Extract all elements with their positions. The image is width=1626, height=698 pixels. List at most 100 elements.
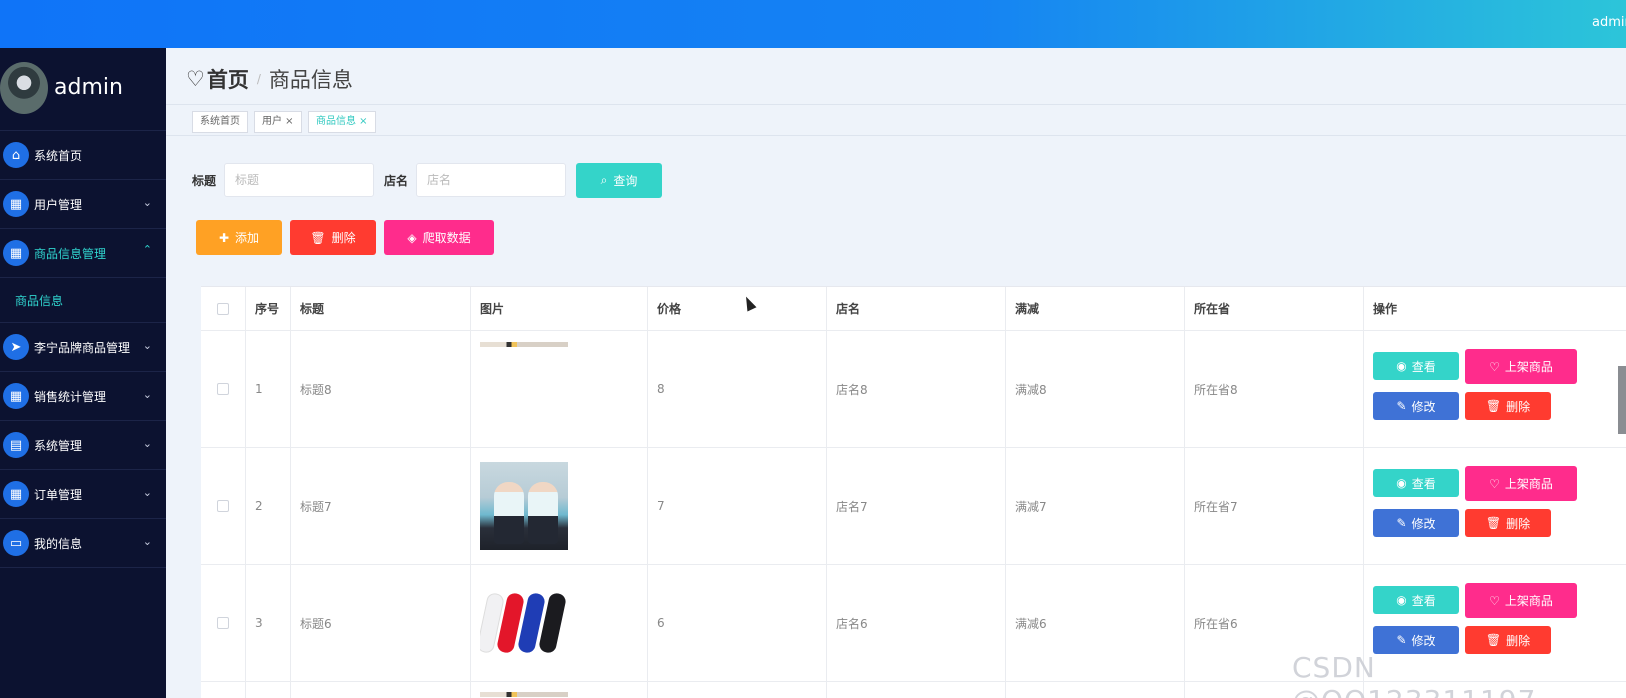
shop-input[interactable] — [416, 163, 567, 197]
index-cell: 1 — [246, 331, 291, 447]
tag-product-info[interactable]: 商品信息 × — [308, 111, 376, 133]
shop-cell: 店名7 — [827, 448, 1006, 564]
chevron-down-icon: ⌄ — [142, 339, 152, 352]
table-row: 1 标题8 8 店名8 满减8 所在省8 ◉ 查看 ♡ 上架商品 ✎ 修改 🗑 删除 — [201, 331, 1626, 448]
toolbar: ✚ 添加 🗑 删除 ◈ 爬取数据 — [196, 220, 494, 255]
column-header: 价格 — [648, 287, 827, 330]
eye-icon: ◉ — [1396, 476, 1407, 490]
image-cell — [471, 448, 648, 564]
shop-cell: 店名8 — [827, 331, 1006, 447]
layers-icon: ◈ — [407, 230, 417, 245]
shelf-button[interactable]: ♡ 上架商品 — [1465, 466, 1577, 501]
province-cell: 所在省8 — [1185, 331, 1364, 447]
shelf-button[interactable]: ♡ 上架商品 — [1465, 349, 1577, 384]
delete-button[interactable]: 🗑 删除 — [290, 220, 376, 255]
sidebar-item-label: 订单管理 — [34, 487, 83, 502]
sidebar-item-product-management[interactable]: ▦ 商品信息管理 ⌃ — [0, 229, 166, 278]
image-cell — [471, 331, 648, 447]
query-button[interactable]: ⌕ 查询 — [576, 162, 663, 198]
row-checkbox[interactable] — [217, 500, 229, 512]
top-user-name[interactable]: admin — [1592, 15, 1626, 30]
edit-button[interactable]: ✎ 修改 — [1373, 626, 1459, 654]
column-header: 图片 — [471, 287, 648, 330]
trash-icon: 🗑 — [1485, 516, 1502, 530]
sidebar-item-lining-brand[interactable]: ➤ 李宁品牌商品管理 ⌄ — [0, 323, 166, 372]
image-cell — [471, 682, 648, 698]
product-image[interactable] — [480, 342, 568, 347]
grid-icon: ▦ — [3, 240, 29, 266]
crawl-button[interactable]: ◈ 爬取数据 — [384, 220, 494, 255]
product-image[interactable] — [480, 692, 568, 697]
sidebar-item-label: 李宁品牌商品管理 — [34, 340, 131, 355]
checkbox-cell — [201, 448, 246, 564]
tag-home[interactable]: 系统首页 — [192, 111, 248, 133]
row-delete-button[interactable]: 🗑 删除 — [1465, 509, 1551, 537]
heart-icon: ♡ — [1489, 593, 1500, 608]
sidebar-subitem-product-info[interactable]: 商品信息 — [0, 278, 166, 323]
sidebar-item-sales-stats[interactable]: ▦ 销售统计管理 ⌄ — [0, 372, 166, 421]
column-header: 序号 — [246, 287, 291, 330]
top-bar: admin — [0, 0, 1626, 48]
row-checkbox[interactable] — [217, 383, 229, 395]
tag-user[interactable]: 用户 × — [254, 111, 302, 133]
select-all-checkbox[interactable] — [217, 302, 229, 315]
sidebar-item-label: 销售统计管理 — [34, 389, 107, 404]
sidebar-header: admin — [0, 48, 166, 131]
sidebar-item-label: 用户管理 — [34, 197, 83, 212]
view-button[interactable]: ◉ 查看 — [1373, 586, 1459, 614]
heart-icon: ♡ — [1489, 476, 1500, 491]
sidebar-item-home[interactable]: ⌂ 系统首页 — [0, 131, 166, 180]
sidebar-item-orders[interactable]: ▦ 订单管理 ⌄ — [0, 470, 166, 519]
delete-button-label: 删除 — [331, 231, 356, 245]
header-checkbox-cell — [201, 287, 246, 330]
view-button-label: 查看 — [1411, 476, 1436, 491]
watermark: CSDN @QQ123311197 — [1292, 651, 1535, 698]
checkbox-cell — [201, 565, 246, 681]
edit-icon: ✎ — [1396, 399, 1407, 413]
view-button[interactable]: ◉ 查看 — [1373, 352, 1459, 380]
checkbox-cell — [201, 331, 246, 447]
sidebar-item-my-info[interactable]: ▭ 我的信息 ⌄ — [0, 519, 166, 568]
search-bar: 标题 店名 ⌕ 查询 — [192, 162, 663, 198]
title-cell: 标题7 — [291, 448, 471, 564]
discount-cell: 满减6 — [1006, 565, 1185, 681]
breadcrumb-separator: / — [256, 72, 261, 86]
edit-button[interactable]: ✎ 修改 — [1373, 509, 1459, 537]
edit-button-label: 修改 — [1411, 633, 1436, 648]
chevron-down-icon: ⌄ — [142, 486, 152, 499]
title-input[interactable] — [224, 163, 375, 197]
product-image[interactable] — [480, 462, 568, 550]
breadcrumb: ♡ 首页 / 商品信息 — [186, 64, 353, 94]
sidebar-item-user-management[interactable]: ▦ 用户管理 ⌄ — [0, 180, 166, 229]
shelf-button-label: 上架商品 — [1504, 594, 1553, 608]
view-button-label: 查看 — [1411, 593, 1436, 608]
edit-button[interactable]: ✎ 修改 — [1373, 392, 1459, 420]
row-delete-button[interactable]: 🗑 删除 — [1465, 626, 1551, 654]
price-cell: 7 — [648, 448, 827, 564]
sidebar-item-system[interactable]: ▤ 系统管理 ⌄ — [0, 421, 166, 470]
table-row: 2 标题7 7 店名7 满减7 所在省7 ◉ 查看 ♡ 上架商品 ✎ 修改 🗑 删除 — [201, 448, 1626, 565]
province-cell: 所在省7 — [1185, 448, 1364, 564]
shelf-button[interactable]: ♡ 上架商品 — [1465, 583, 1577, 618]
actions-cell: ◉ 查看 ♡ 上架商品 ✎ 修改 🗑 删除 — [1364, 448, 1626, 564]
grid-icon: ▦ — [3, 481, 29, 507]
heart-icon: ♡ — [186, 67, 205, 91]
price-cell: 6 — [648, 565, 827, 681]
card-icon: ▭ — [3, 530, 29, 556]
view-button[interactable]: ◉ 查看 — [1373, 469, 1459, 497]
title-cell: 标题8 — [291, 331, 471, 447]
edit-button-label: 修改 — [1411, 399, 1436, 414]
scrollbar[interactable] — [1618, 366, 1626, 434]
plus-icon: ✚ — [218, 230, 230, 245]
trash-icon: 🗑 — [1485, 633, 1502, 647]
avatar[interactable] — [0, 62, 48, 114]
title-label: 标题 — [192, 173, 217, 188]
edit-button-label: 修改 — [1411, 516, 1436, 531]
add-button[interactable]: ✚ 添加 — [196, 220, 282, 255]
breadcrumb-home[interactable]: 首页 — [207, 64, 249, 94]
price-cell: 8 — [648, 331, 827, 447]
row-checkbox[interactable] — [217, 617, 229, 629]
product-image[interactable] — [480, 579, 568, 667]
sidebar-title: admin — [54, 75, 123, 100]
row-delete-button[interactable]: 🗑 删除 — [1465, 392, 1551, 420]
